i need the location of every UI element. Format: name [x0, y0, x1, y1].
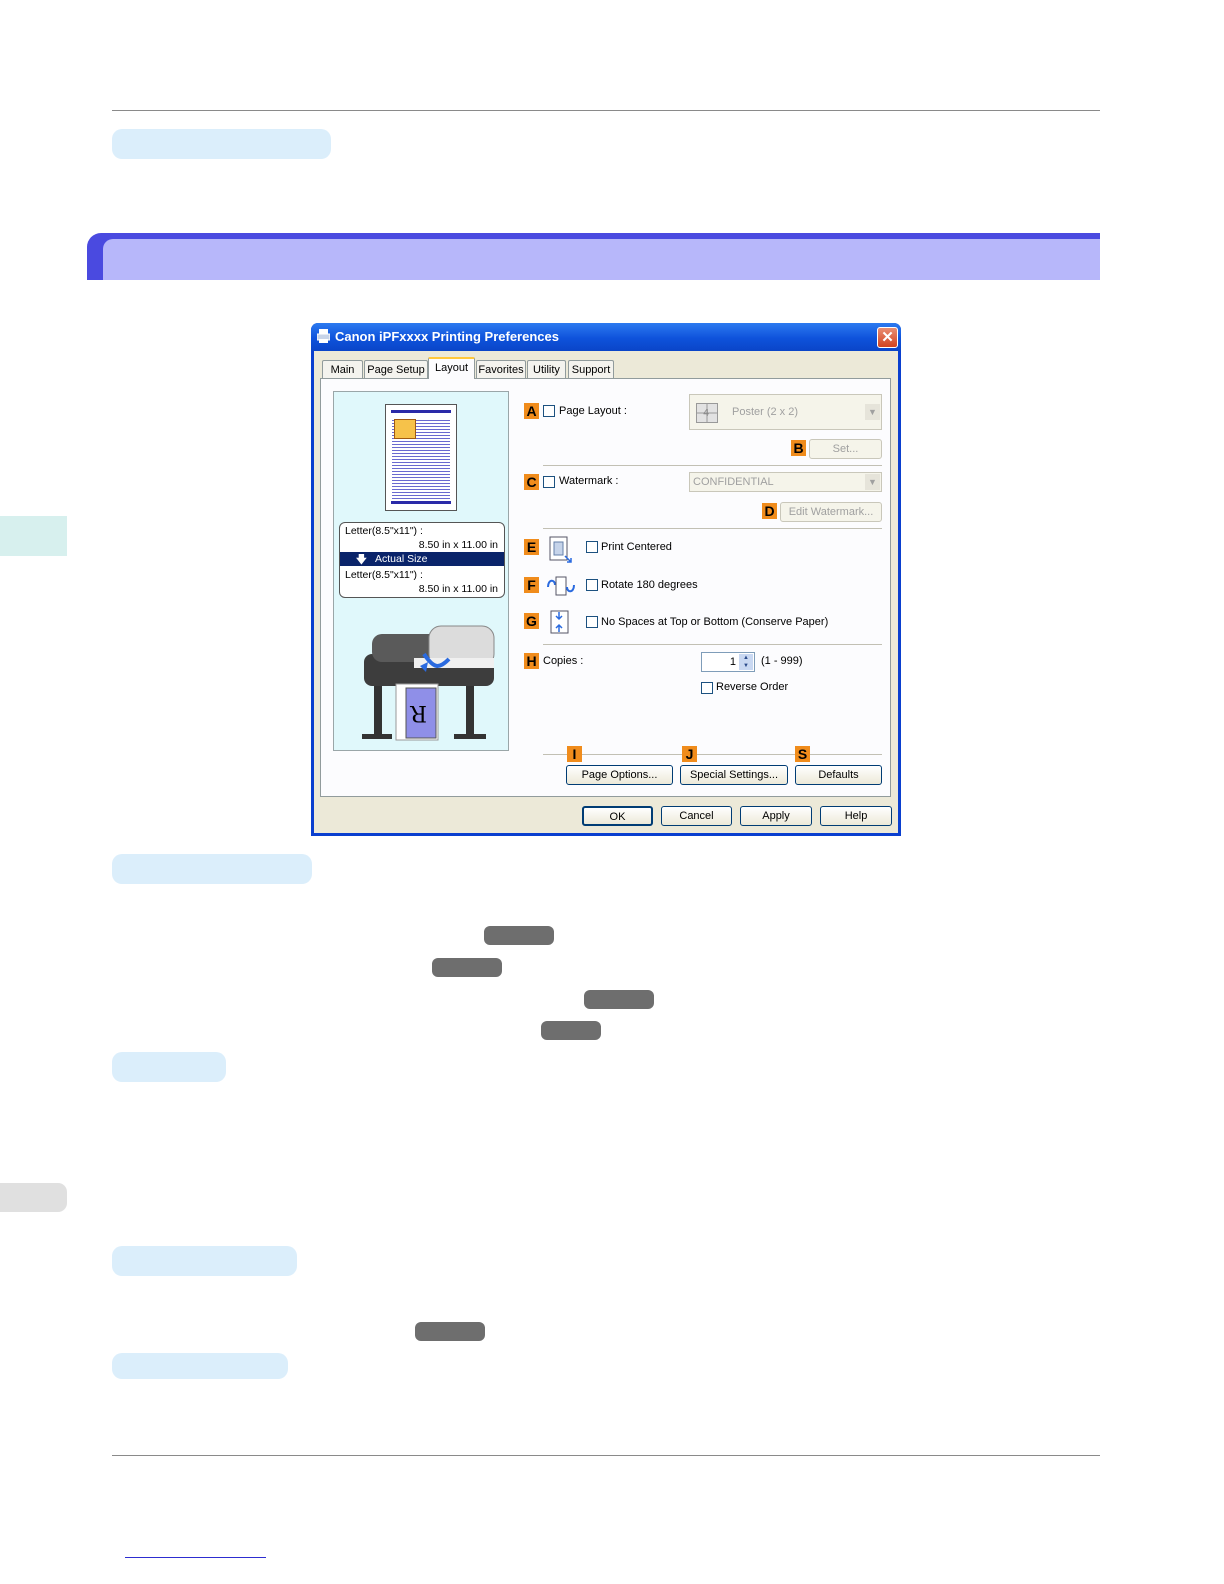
gray-key-5 — [415, 1322, 485, 1341]
footer-link-underline[interactable] — [125, 1557, 266, 1558]
heading-pill-2 — [112, 1052, 226, 1082]
tab-main[interactable]: Main — [322, 360, 363, 378]
no-spaces-checkbox[interactable] — [586, 616, 598, 628]
layout-panel: Letter(8.5"x11") : 8.50 in x 11.00 in 🡇 … — [320, 378, 891, 797]
tab-favorites[interactable]: Favorites — [476, 360, 526, 378]
original-size: Letter(8.5"x11") : — [345, 525, 423, 537]
edit-watermark-button[interactable]: Edit Watermark... — [780, 502, 882, 522]
callout-e: E — [524, 539, 539, 555]
watermark-select[interactable]: CONFIDENTIAL ▼ — [689, 472, 882, 492]
paper-bottom-bar — [391, 501, 451, 504]
output-size: Letter(8.5"x11") : — [345, 569, 423, 581]
output-dims: 8.50 in x 11.00 in — [418, 583, 498, 595]
ok-button[interactable]: OK — [582, 806, 653, 826]
footer-rule — [112, 1455, 1100, 1456]
callout-g: G — [524, 613, 539, 629]
watermark-value: CONFIDENTIAL — [693, 476, 774, 488]
heading-pill-3 — [112, 1246, 297, 1276]
copies-value: 1 — [729, 656, 736, 668]
chapter-side-tab-lower — [0, 1183, 67, 1212]
page-layout-value: Poster (2 x 2) — [732, 406, 799, 418]
separator-1 — [543, 465, 882, 466]
callout-i: I — [567, 746, 582, 762]
gray-key-2 — [432, 958, 502, 977]
chevron-down-icon: ▼ — [865, 474, 880, 490]
section-title-bar-inner — [103, 239, 1100, 280]
copies-range: (1 - 999) — [761, 655, 803, 667]
set-button[interactable]: Set... — [809, 439, 882, 459]
special-settings-button[interactable]: Special Settings... — [680, 765, 788, 785]
separator-2 — [543, 528, 882, 529]
stepper-up-icon[interactable]: ▲ — [739, 654, 753, 662]
rotate-icon — [547, 576, 575, 596]
defaults-button[interactable]: Defaults — [795, 765, 882, 785]
rotate-checkbox[interactable] — [586, 579, 598, 591]
copies-label: Copies : — [543, 655, 584, 667]
printer-illustration: R — [362, 625, 495, 741]
dialog-body: Main Page Setup Layout Favorites Utility… — [314, 351, 898, 833]
header-rule — [112, 110, 1100, 111]
callout-c: C — [524, 474, 539, 490]
copies-stepper[interactable]: 1 ▲ ▼ — [701, 652, 755, 672]
separator-4 — [543, 754, 882, 755]
page-layout-checkbox[interactable] — [543, 405, 555, 417]
chapter-side-tab — [0, 516, 67, 556]
heading-pill-1 — [112, 854, 312, 884]
gray-key-1 — [484, 926, 554, 945]
svg-text:4: 4 — [703, 408, 709, 419]
separator-3 — [543, 644, 882, 645]
gray-key-4 — [541, 1021, 601, 1040]
callout-b: B — [791, 440, 806, 456]
tab-support[interactable]: Support — [568, 360, 614, 378]
callout-j: J — [682, 746, 697, 762]
layout-preview: Letter(8.5"x11") : 8.50 in x 11.00 in 🡇 … — [333, 391, 509, 751]
gray-key-3 — [584, 990, 654, 1009]
dialog-title: Canon iPFxxxx Printing Preferences — [335, 329, 559, 344]
original-dims: 8.50 in x 11.00 in — [418, 539, 498, 551]
paper-preview — [385, 404, 457, 511]
heading-pill-4 — [112, 1353, 288, 1379]
paper-top-bar — [391, 410, 451, 413]
callout-f: F — [524, 577, 539, 593]
close-icon: ✕ — [881, 329, 894, 346]
rotate-label: Rotate 180 degrees — [601, 579, 698, 591]
page-layout-label: Page Layout : — [559, 405, 627, 417]
page-options-button[interactable]: Page Options... — [566, 765, 673, 785]
down-arrow-icon: 🡇 — [356, 554, 367, 566]
printing-preferences-dialog: Canon iPFxxxx Printing Preferences ✕ Mai… — [311, 323, 901, 836]
section-title-bar — [87, 233, 1100, 280]
callout-d: D — [762, 503, 777, 519]
scaling-row: 🡇 Actual Size — [340, 552, 504, 566]
conserve-paper-icon — [550, 610, 569, 634]
reverse-order-checkbox[interactable] — [701, 682, 713, 694]
help-button[interactable]: Help — [820, 806, 892, 826]
watermark-label: Watermark : — [559, 475, 619, 487]
no-spaces-label: No Spaces at Top or Bottom (Conserve Pap… — [601, 616, 829, 628]
svg-text:R: R — [409, 700, 427, 725]
callout-h: H — [524, 653, 539, 669]
page-layout-select[interactable]: 4 Poster (2 x 2) ▼ — [689, 394, 882, 430]
top-heading-pill — [112, 129, 331, 159]
tab-utility[interactable]: Utility — [527, 360, 566, 378]
watermark-checkbox[interactable] — [543, 476, 555, 488]
close-button[interactable]: ✕ — [877, 327, 898, 348]
poster-layout-icon: 4 — [696, 403, 718, 423]
paper-image-thumb — [394, 419, 416, 439]
callout-a: A — [524, 403, 539, 419]
reverse-order-label: Reverse Order — [716, 681, 789, 693]
dialog-title-bar[interactable]: Canon iPFxxxx Printing Preferences ✕ — [311, 323, 901, 351]
printer-icon — [317, 329, 330, 343]
size-info-box: Letter(8.5"x11") : 8.50 in x 11.00 in 🡇 … — [339, 522, 505, 598]
chevron-down-icon: ▼ — [865, 404, 880, 420]
print-centered-icon — [549, 536, 572, 563]
print-centered-label: Print Centered — [601, 541, 672, 553]
tab-layout[interactable]: Layout — [428, 357, 475, 379]
scaling-label: Actual Size — [375, 553, 428, 565]
stepper-down-icon[interactable]: ▼ — [739, 662, 753, 670]
tab-page-setup[interactable]: Page Setup — [364, 360, 428, 378]
apply-button[interactable]: Apply — [740, 806, 812, 826]
callout-s: S — [795, 746, 810, 762]
print-centered-checkbox[interactable] — [586, 541, 598, 553]
cancel-button[interactable]: Cancel — [661, 806, 732, 826]
